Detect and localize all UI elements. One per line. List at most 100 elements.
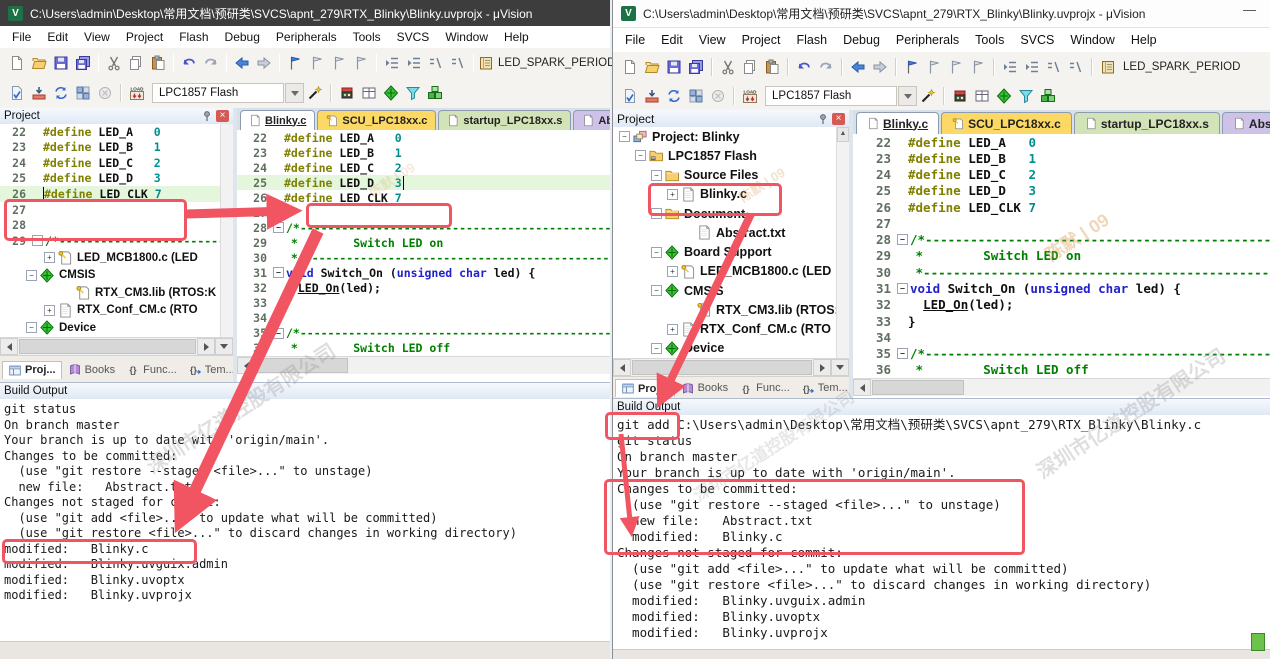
expand-icon[interactable]: −: [651, 285, 662, 296]
tree-item[interactable]: RTX_CM3.lib (RTOS:K: [613, 300, 837, 319]
build-output[interactable]: git add C:\Users\admin\Desktop\常用文档\预研类\…: [613, 415, 1270, 652]
rebuild-icon[interactable]: [663, 85, 685, 107]
target-select-dropdown-button[interactable]: [898, 86, 917, 106]
menu-item[interactable]: Help: [496, 30, 537, 44]
expand-icon[interactable]: −: [651, 343, 662, 354]
tree-item[interactable]: RTX_CM3.lib (RTOS:K: [0, 284, 221, 302]
fold-marker-icon[interactable]: −: [32, 235, 43, 246]
tree-item[interactable]: +Blinky.c: [613, 185, 837, 204]
tree-item[interactable]: −Source Files: [613, 166, 837, 185]
pin-icon[interactable]: [201, 110, 213, 122]
panel-tab[interactable]: Func...: [734, 380, 795, 397]
menu-item[interactable]: Tools: [345, 30, 389, 44]
fold-marker-icon[interactable]: −: [897, 234, 908, 245]
stop-build-icon[interactable]: [94, 82, 116, 104]
manage-run-time-environment-icon[interactable]: [993, 85, 1015, 107]
close-icon[interactable]: ×: [216, 110, 229, 122]
panel-tab[interactable]: Tem...: [183, 361, 240, 378]
save-icon[interactable]: [663, 56, 685, 78]
manage-multi-project-icon[interactable]: [358, 82, 380, 104]
flash-configure-icon[interactable]: [336, 82, 358, 104]
menu-item[interactable]: Project: [734, 33, 789, 47]
expand-icon[interactable]: +: [44, 305, 55, 316]
title-bar[interactable]: V C:\Users\admin\Desktop\常用文档\预研类\SVCS\a…: [613, 0, 1270, 28]
expand-icon[interactable]: +: [667, 189, 678, 200]
build-output[interactable]: git statusOn branch masterYour branch is…: [0, 399, 610, 645]
pack-installer-icon[interactable]: [1037, 85, 1059, 107]
menu-item[interactable]: View: [691, 33, 734, 47]
pin-icon[interactable]: [817, 113, 829, 125]
comment-selection-icon[interactable]: [425, 52, 447, 74]
tree-item[interactable]: +LED_MCB1800.c (LED: [613, 262, 837, 281]
navigate-back-icon[interactable]: [231, 52, 253, 74]
expand-icon[interactable]: −: [26, 270, 37, 281]
scroll-left-button[interactable]: [0, 338, 18, 355]
menu-item[interactable]: Window: [1062, 33, 1122, 47]
minimize-button[interactable]: —: [1243, 2, 1256, 17]
tree-item[interactable]: Abstract.txt: [613, 223, 837, 242]
menu-item[interactable]: Edit: [39, 30, 76, 44]
bookmark-clear-icon[interactable]: [967, 56, 989, 78]
menu-item[interactable]: Peripherals: [888, 33, 967, 47]
expand-icon[interactable]: +: [667, 266, 678, 277]
copy-icon[interactable]: [125, 52, 147, 74]
panel-tab[interactable]: Func...: [121, 361, 182, 378]
manage-run-time-environment-icon[interactable]: [380, 82, 402, 104]
uncomment-selection-icon[interactable]: [1065, 56, 1087, 78]
scroll-up-button[interactable]: ▲: [837, 127, 849, 142]
navigate-forward-icon[interactable]: [253, 52, 275, 74]
expand-icon[interactable]: −: [26, 322, 37, 333]
expand-icon[interactable]: +: [44, 252, 55, 263]
menu-item[interactable]: Window: [437, 30, 496, 44]
bookmark-next-icon[interactable]: [328, 52, 350, 74]
scroll-left-button[interactable]: [237, 357, 255, 374]
scroll-down-button[interactable]: [215, 338, 233, 355]
paste-icon[interactable]: [761, 56, 783, 78]
save-icon[interactable]: [50, 52, 72, 74]
bookmark-toggle-icon[interactable]: [901, 56, 923, 78]
editor-tab[interactable]: SCU_LPC18xx.c: [941, 112, 1072, 134]
navigate-back-icon[interactable]: [847, 56, 869, 78]
tree-item[interactable]: −Device: [613, 339, 837, 358]
save-all-icon[interactable]: [685, 56, 707, 78]
menu-item[interactable]: SVCS: [1012, 33, 1062, 47]
tree-item[interactable]: −LPC1857 Flash: [613, 146, 837, 165]
build-icon[interactable]: [28, 82, 50, 104]
editor-tab[interactable]: SCU_LPC18xx.c: [317, 110, 436, 130]
fold-marker-icon[interactable]: −: [273, 328, 284, 339]
batch-build-icon[interactable]: [72, 82, 94, 104]
redo-icon[interactable]: [200, 52, 222, 74]
download-flash-icon[interactable]: [126, 82, 148, 104]
unindent-icon[interactable]: [381, 52, 403, 74]
bookmark-toggle-icon[interactable]: [284, 52, 306, 74]
unindent-icon[interactable]: [999, 56, 1021, 78]
redo-icon[interactable]: [815, 56, 837, 78]
expand-icon[interactable]: −: [635, 150, 646, 161]
menu-item[interactable]: SVCS: [389, 30, 438, 44]
menu-item[interactable]: File: [617, 33, 653, 47]
menu-item[interactable]: Edit: [653, 33, 691, 47]
editor-tab[interactable]: Blinky.c: [240, 110, 315, 130]
editor-tab[interactable]: startup_LPC18xx.s: [1074, 112, 1220, 134]
tree-item[interactable]: +RTX_Conf_CM.c (RTO: [0, 302, 221, 320]
pack-installer-icon[interactable]: [424, 82, 446, 104]
build-icon[interactable]: [641, 85, 663, 107]
translate-icon[interactable]: [6, 82, 28, 104]
menu-item[interactable]: Help: [1123, 33, 1165, 47]
scroll-left-button[interactable]: [613, 359, 631, 376]
target-select[interactable]: LPC1857 Flash: [152, 83, 284, 103]
menu-item[interactable]: Project: [118, 30, 171, 44]
tree-item[interactable]: −CMSIS: [0, 267, 221, 285]
project-horizontal-scrollbar[interactable]: [613, 358, 849, 376]
new-file-icon[interactable]: [6, 52, 28, 74]
tree-item[interactable]: −CMSIS: [613, 281, 837, 300]
project-horizontal-scrollbar[interactable]: [0, 337, 233, 355]
bookmark-clear-icon[interactable]: [350, 52, 372, 74]
scroll-down-button[interactable]: [831, 359, 849, 376]
undo-icon[interactable]: [178, 52, 200, 74]
bookmark-prev-icon[interactable]: [306, 52, 328, 74]
open-file-icon[interactable]: [641, 56, 663, 78]
editor-horizontal-scrollbar[interactable]: [853, 378, 1270, 396]
project-vertical-scrollbar[interactable]: [220, 124, 233, 337]
menu-item[interactable]: Flash: [171, 30, 216, 44]
